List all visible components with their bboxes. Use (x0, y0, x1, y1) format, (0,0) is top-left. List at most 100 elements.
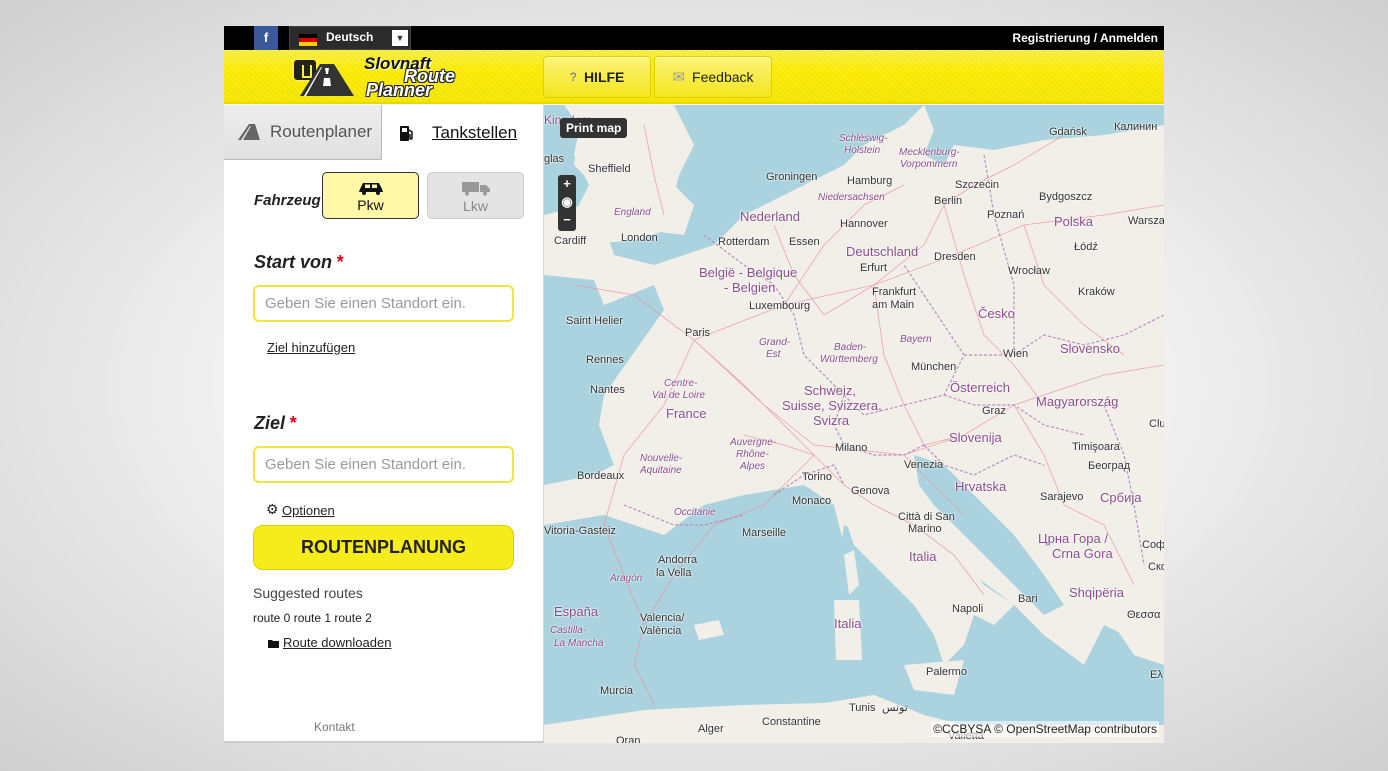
zoom-in-button[interactable]: + (558, 175, 576, 193)
map-label: Калинин (1114, 121, 1158, 133)
header: Slovnaft Route Planner ? HILFE ✉ Feedbac… (224, 50, 1164, 104)
tab-tankstellen[interactable]: Tankstellen (382, 105, 544, 160)
map-label: France (666, 406, 707, 421)
map-label: la Vella (656, 567, 692, 579)
tab-routenplaner-label: Routenplaner (270, 122, 373, 141)
map-label: Milano (835, 442, 868, 454)
top-bar: f Deutsch ▼ Registrierung / Anmelden (224, 26, 1164, 50)
print-map-button[interactable]: Print map (560, 118, 628, 138)
route-list[interactable]: route 0 route 1 route 2 (253, 611, 372, 625)
map-label: Bari (1018, 593, 1038, 605)
map-label: Italia (834, 616, 862, 631)
start-label-text: Start von (254, 252, 333, 272)
options-link[interactable]: Optionen (282, 503, 335, 518)
left-panel: Routenplaner Tankstellen Fahrzeug Pkw Lk… (224, 105, 544, 743)
envelope-icon: ✉ (672, 69, 686, 86)
map-label: Marseille (742, 527, 787, 539)
register-login-link[interactable]: Registrierung / Anmelden (1012, 31, 1158, 45)
map-label: Alpes (740, 461, 766, 472)
map-label: Essen (789, 236, 820, 248)
map-label: Slovenija (949, 430, 1002, 445)
map-label: Murcia (600, 685, 634, 697)
map-label: Valencia/ (640, 612, 685, 624)
map-label: London (621, 232, 658, 244)
chevron-down-icon[interactable]: ▼ (392, 30, 408, 46)
map-label: Rotterdam (718, 236, 770, 248)
map-label: Kraków (1078, 286, 1115, 298)
map-label: Łódź (1074, 241, 1098, 253)
map-label: Crna Gora (1052, 546, 1113, 561)
destination-label: Ziel * (254, 413, 296, 434)
map-label: Alger (698, 723, 724, 735)
map-label: Скоп (1148, 561, 1164, 573)
map-label: am Main (872, 299, 915, 311)
feedback-button[interactable]: ✉ Feedback (654, 56, 772, 98)
map-label: Italia (909, 549, 937, 564)
vehicle-label: Fahrzeug (254, 192, 321, 209)
map-label: Deutschland (846, 244, 919, 259)
plan-route-button[interactable]: ROUTENPLANUNG (253, 525, 514, 570)
map-label: Napoli (952, 603, 984, 615)
facebook-icon[interactable]: f (254, 26, 278, 50)
question-icon: ? (569, 70, 577, 84)
map-canvas[interactable]: Kingdom glas Sheffield England Cardiff L… (544, 105, 1164, 743)
map-label: Cardiff (554, 235, 587, 247)
map-label: Auvergne- (730, 437, 777, 448)
zoom-out-button[interactable]: − (558, 211, 576, 229)
map-label: Niedersachsen (818, 192, 885, 203)
language-select[interactable]: Deutsch ▼ (289, 26, 411, 50)
route-download-link[interactable]: Route downloaden (283, 635, 391, 650)
map-label: Tunis (849, 702, 876, 714)
map-label: España (554, 604, 599, 619)
map-label: Bayern (900, 334, 932, 345)
vehicle-lkw-label: Lkw (463, 198, 488, 214)
map-label: Est (766, 349, 781, 360)
start-input[interactable] (253, 285, 514, 322)
add-destination-link[interactable]: Ziel hinzufügen (267, 340, 355, 355)
zoom-control: + ◉ − (558, 175, 576, 231)
map-label: Софи (1142, 539, 1164, 551)
map-label: Mecklenburg- (899, 147, 960, 158)
globe-icon[interactable]: ◉ (558, 193, 576, 211)
map-label: Rhône- (736, 449, 769, 460)
vehicle-pkw-button[interactable]: Pkw (322, 172, 419, 219)
destination-label-text: Ziel (254, 413, 286, 433)
map-label: Monaco (792, 495, 832, 507)
map-label: Österreich (950, 380, 1010, 395)
help-button[interactable]: ? HILFE (543, 56, 651, 98)
map-label: Timişoara (1072, 441, 1120, 453)
map-label: Bordeaux (577, 470, 625, 482)
map-label: Graz (982, 405, 1006, 417)
route-icon (238, 124, 260, 140)
map-label: Θεσσα (1127, 609, 1161, 621)
map-label: Suisse, Svizzera, (782, 398, 882, 413)
map-label: Saint Helier (566, 315, 623, 327)
map-label: Genova (851, 485, 890, 497)
map-label: València (640, 625, 682, 637)
tab-routenplaner[interactable]: Routenplaner (224, 105, 382, 160)
vehicle-lkw-button[interactable]: Lkw (427, 172, 524, 219)
map-label: Centre- (664, 378, 698, 389)
map-label: Grand- (759, 337, 791, 348)
suggested-routes-title: Suggested routes (253, 585, 363, 601)
map-label: Szczecin (955, 179, 1000, 191)
map-label: Slovensko (1060, 341, 1120, 356)
fuel-pump-icon (400, 125, 413, 141)
bottom-divider (224, 741, 544, 743)
vehicle-pkw-label: Pkw (357, 197, 384, 213)
map-attribution[interactable]: ©CCBYSA © OpenStreetMap contributors (931, 721, 1159, 737)
germany-flag-icon (299, 34, 317, 46)
map-label: Aquitaine (640, 465, 682, 476)
destination-input[interactable] (253, 446, 514, 483)
logo[interactable]: Slovnaft Route Planner (292, 54, 464, 100)
map-label: Београд (1088, 460, 1131, 472)
help-label: HILFE (583, 69, 625, 85)
map-label: Schleswig- (839, 133, 888, 144)
map-label: Palermo (926, 666, 967, 678)
app-window: f Deutsch ▼ Registrierung / Anmelden Slo… (224, 26, 1164, 743)
folder-icon (268, 637, 279, 651)
map-label: Shqipëria (1069, 585, 1124, 600)
contact-link[interactable]: Kontakt (314, 720, 355, 734)
map-label: Württemberg (820, 354, 878, 365)
map-label: Città di San (898, 511, 955, 523)
